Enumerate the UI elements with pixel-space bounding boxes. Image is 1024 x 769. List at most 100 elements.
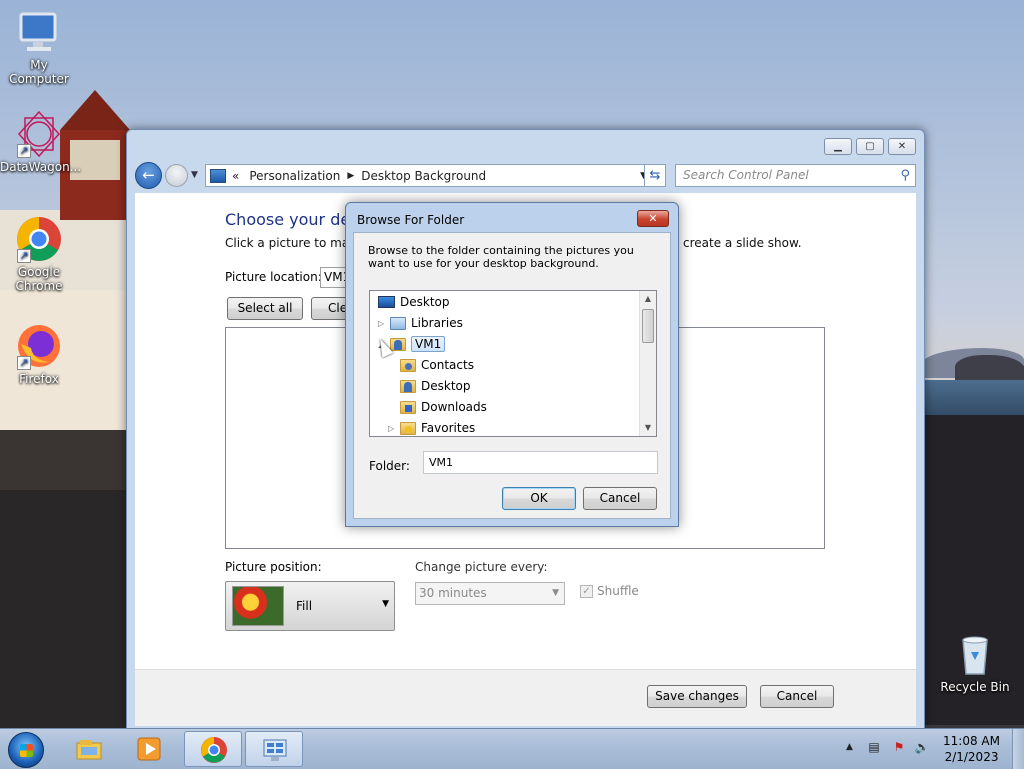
shortcut-arrow-icon: ↗ bbox=[17, 356, 31, 370]
navigation-bar: ← ▼ « Personalization ▶ Desktop Backgrou… bbox=[135, 162, 916, 190]
desktop-icon-label: My Computer bbox=[9, 58, 69, 86]
maximize-button[interactable]: ▢ bbox=[856, 138, 884, 155]
window-controls: ▁ ▢ ✕ bbox=[824, 138, 916, 155]
breadcrumb-overflow[interactable]: « bbox=[232, 169, 239, 183]
taskbar: ▲ ▤ ⚑ 🔈 11:08 AM 2/1/2023 bbox=[0, 728, 1024, 769]
address-bar[interactable]: « Personalization ▶ Desktop Background ▼ bbox=[205, 164, 653, 187]
scroll-down-arrow-icon[interactable]: ▼ bbox=[640, 420, 656, 436]
browse-for-folder-dialog: Browse For Folder ✕ Browse to the folder… bbox=[345, 202, 679, 527]
position-preview-thumbnail bbox=[232, 586, 284, 626]
change-picture-label: Change picture every: bbox=[415, 560, 548, 574]
tree-item-desktop-folder[interactable]: Desktop bbox=[400, 376, 471, 396]
dialog-title: Browse For Folder bbox=[357, 213, 465, 227]
change-picture-select[interactable]: 30 minutes ▼ bbox=[415, 582, 565, 605]
desktop-icon-label: DataWagon... bbox=[0, 160, 82, 174]
recycle-bin-icon bbox=[951, 630, 999, 678]
breadcrumb-personalization[interactable]: Personalization bbox=[249, 169, 340, 183]
user-folder-icon bbox=[390, 337, 406, 351]
tree-item-desktop[interactable]: Desktop bbox=[378, 292, 450, 312]
expand-arrow-icon[interactable]: ▷ bbox=[378, 319, 388, 328]
chevron-down-icon: ▼ bbox=[382, 599, 389, 609]
wallpaper-sea bbox=[920, 380, 1024, 420]
tree-item-label: Contacts bbox=[421, 358, 474, 372]
recent-pages-dropdown[interactable]: ▼ bbox=[191, 170, 198, 180]
show-desktop-button[interactable] bbox=[1012, 729, 1024, 769]
scroll-thumb[interactable] bbox=[642, 309, 654, 343]
desktop-icon-chrome[interactable]: ↗ Google Chrome bbox=[0, 215, 78, 293]
chevron-down-icon: ▼ bbox=[552, 588, 559, 598]
computer-icon bbox=[15, 8, 63, 56]
dialog-description: Browse to the folder containing the pict… bbox=[368, 244, 634, 270]
show-hidden-icons-icon[interactable]: ▲ bbox=[846, 742, 853, 752]
tree-item-downloads[interactable]: Downloads bbox=[400, 397, 487, 417]
clock[interactable]: 11:08 AM 2/1/2023 bbox=[943, 733, 1000, 765]
tree-item-contacts[interactable]: Contacts bbox=[400, 355, 474, 375]
cancel-button[interactable]: Cancel bbox=[760, 685, 834, 708]
folder-input[interactable]: VM1 bbox=[423, 451, 658, 474]
search-placeholder: Search Control Panel bbox=[683, 168, 809, 182]
picture-position-select[interactable]: Fill ▼ bbox=[225, 581, 395, 631]
datawagon-icon: ↗ bbox=[15, 110, 63, 158]
tree-item-favorites[interactable]: ▷ Favorites bbox=[388, 418, 476, 436]
select-all-button[interactable]: Select all bbox=[227, 297, 303, 320]
desktop-folder-icon bbox=[400, 379, 416, 393]
libraries-icon bbox=[390, 316, 406, 330]
expand-arrow-icon[interactable]: ▷ bbox=[388, 424, 398, 433]
desktop-icon-datawagon[interactable]: ↗ DataWagon... bbox=[0, 110, 82, 174]
tree-item-label: VM1 bbox=[411, 336, 446, 352]
search-icon[interactable]: ⚲ bbox=[900, 165, 910, 186]
back-button[interactable]: ← bbox=[135, 162, 162, 189]
favorites-folder-icon bbox=[400, 421, 416, 435]
ok-button[interactable]: OK bbox=[502, 487, 576, 510]
footer-bar: Save changes Cancel bbox=[135, 669, 916, 726]
desktop-icon-label: Firefox bbox=[19, 372, 59, 386]
picture-position-label: Picture position: bbox=[225, 560, 322, 574]
tree-item-label: Downloads bbox=[421, 400, 487, 414]
desktop-icon-my-computer[interactable]: My Computer bbox=[0, 8, 78, 86]
tree-item-label: Libraries bbox=[411, 316, 463, 330]
clock-date: 2/1/2023 bbox=[944, 750, 999, 764]
folder-label: Folder: bbox=[369, 459, 410, 473]
forward-button[interactable] bbox=[165, 164, 188, 187]
tree-scrollbar[interactable]: ▲ ▼ bbox=[639, 291, 656, 436]
search-input[interactable]: Search Control Panel ⚲ bbox=[675, 164, 916, 187]
shuffle-option[interactable]: ✓ Shuffle bbox=[580, 584, 639, 598]
tree-item-label: Favorites bbox=[421, 421, 476, 435]
dialog-close-button[interactable]: ✕ bbox=[637, 210, 669, 227]
contacts-folder-icon bbox=[400, 358, 416, 372]
system-tray: ▲ ▤ ⚑ 🔈 11:08 AM 2/1/2023 bbox=[0, 729, 1024, 769]
chrome-icon: ↗ bbox=[15, 215, 63, 263]
shortcut-arrow-icon: ↗ bbox=[17, 249, 31, 263]
dialog-cancel-button[interactable]: Cancel bbox=[583, 487, 657, 510]
breadcrumb-chevron-icon[interactable]: ▶ bbox=[347, 171, 354, 181]
desktop-icon-firefox[interactable]: ↗ Firefox bbox=[0, 322, 78, 386]
close-button[interactable]: ✕ bbox=[888, 138, 916, 155]
folder-tree[interactable]: Desktop ▷ Libraries ◢ VM1 Contacts Deskt… bbox=[369, 290, 657, 437]
network-icon[interactable]: ▤ bbox=[866, 740, 882, 756]
picture-position-value: Fill bbox=[296, 599, 313, 613]
volume-icon[interactable]: 🔈 bbox=[914, 740, 930, 756]
refresh-button[interactable]: ⇆ bbox=[644, 164, 666, 187]
instructions-text-end: create a slide show. bbox=[683, 236, 802, 250]
tree-item-label: Desktop bbox=[400, 295, 450, 309]
dialog-body: Browse to the folder containing the pict… bbox=[353, 232, 671, 519]
shuffle-checkbox[interactable]: ✓ bbox=[580, 584, 593, 598]
control-panel-icon bbox=[210, 168, 226, 183]
clock-time: 11:08 AM bbox=[943, 734, 1000, 748]
tree-item-libraries[interactable]: ▷ Libraries bbox=[378, 313, 463, 333]
shuffle-label: Shuffle bbox=[597, 584, 639, 598]
breadcrumb-desktop-background[interactable]: Desktop Background bbox=[361, 169, 486, 183]
change-picture-value: 30 minutes bbox=[419, 586, 487, 600]
downloads-folder-icon bbox=[400, 400, 416, 414]
tree-item-label: Desktop bbox=[421, 379, 471, 393]
scroll-up-arrow-icon[interactable]: ▲ bbox=[640, 291, 656, 307]
minimize-button[interactable]: ▁ bbox=[824, 138, 852, 155]
desktop-icon bbox=[378, 296, 395, 308]
desktop-icon-recycle-bin[interactable]: Recycle Bin bbox=[936, 630, 1014, 694]
shortcut-arrow-icon: ↗ bbox=[17, 144, 31, 158]
action-center-flag-icon[interactable]: ⚑ bbox=[891, 740, 907, 756]
desktop-icon-label: Google Chrome bbox=[15, 265, 63, 293]
save-changes-button[interactable]: Save changes bbox=[647, 685, 747, 708]
instructions-text: Click a picture to make bbox=[225, 236, 364, 250]
picture-location-label: Picture location: bbox=[225, 270, 322, 284]
